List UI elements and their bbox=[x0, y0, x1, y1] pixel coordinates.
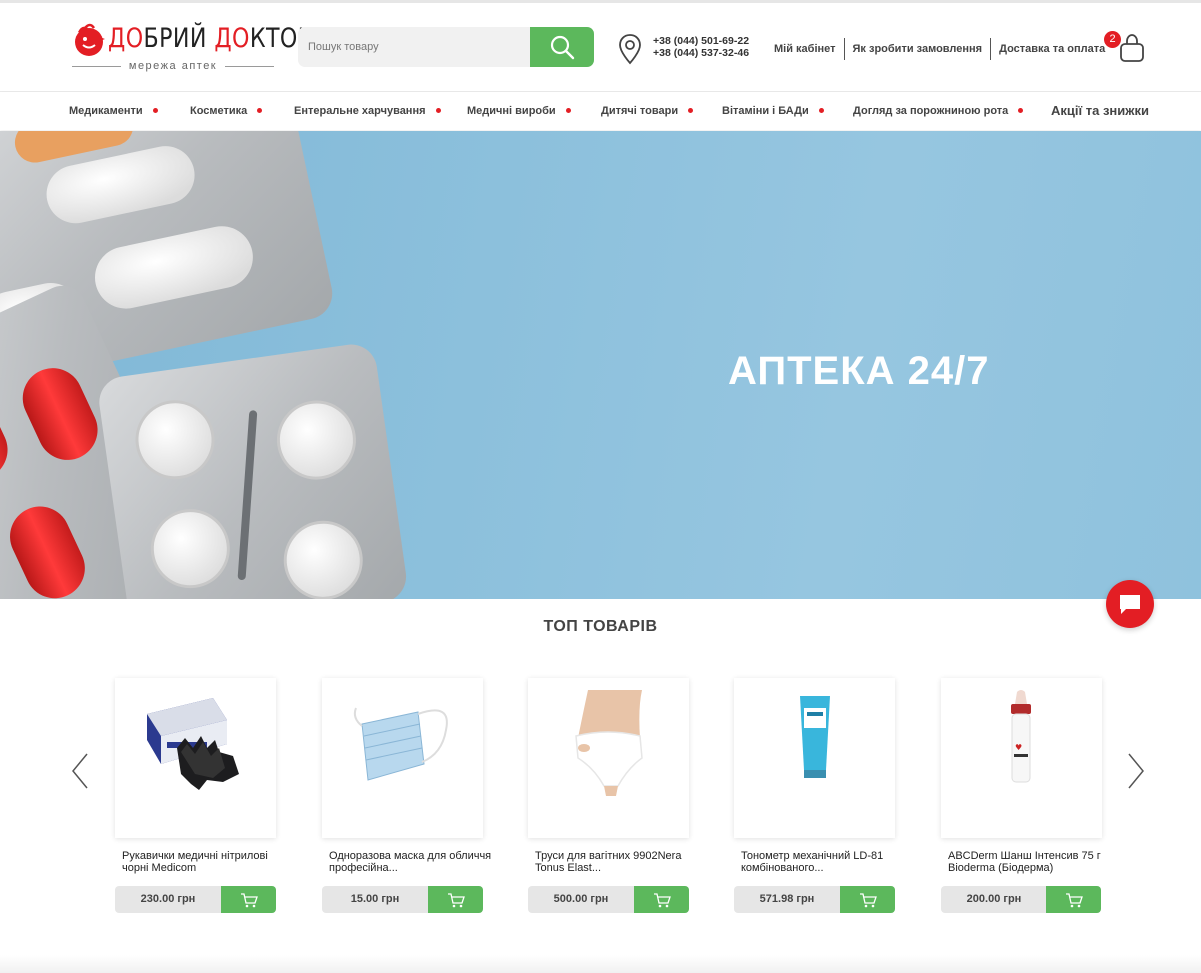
cart-icon bbox=[653, 892, 671, 907]
product-image-maternity-underwear bbox=[575, 690, 643, 796]
product-price: 571.98 грн bbox=[734, 886, 840, 913]
product-card[interactable] bbox=[734, 678, 895, 838]
cart-icon bbox=[240, 892, 258, 907]
category-menu: Медикаменти Косметика Ентеральне харчува… bbox=[0, 92, 1201, 130]
add-to-cart-button[interactable] bbox=[221, 886, 276, 913]
product-card[interactable]: ♥ bbox=[941, 678, 1102, 838]
location-pin-icon[interactable] bbox=[618, 33, 642, 65]
cart-count-badge: 2 bbox=[1104, 31, 1121, 48]
logo-text: ДОБРИЙ ДОКТОР bbox=[108, 23, 312, 54]
menu-item-cosmetics[interactable]: Косметика bbox=[190, 92, 263, 130]
menu-item-medical-products[interactable]: Медичні вироби bbox=[467, 92, 571, 130]
menu-item-medicines[interactable]: Медикаменти bbox=[69, 92, 158, 130]
pills-blister-image bbox=[0, 131, 407, 599]
phone-1[interactable]: +38 (044) 501-69-22 bbox=[653, 35, 749, 47]
cart-bag-icon[interactable] bbox=[1118, 33, 1146, 63]
menu-item-promotions[interactable]: Акції та знижки bbox=[1051, 92, 1149, 130]
product-image-cream-tube bbox=[800, 696, 830, 778]
search-input[interactable] bbox=[298, 27, 530, 67]
product-price: 230.00 грн bbox=[115, 886, 221, 913]
hero-title: АПТЕКА 24/7 bbox=[728, 349, 990, 393]
product-card[interactable] bbox=[115, 678, 276, 838]
product-price: 15.00 грн bbox=[322, 886, 428, 913]
site-header: ДОБРИЙ ДОКТОР мережа аптек +38 (044) 501… bbox=[0, 3, 1201, 92]
menu-item-vitamins[interactable]: Вітаміни і БАДи bbox=[722, 92, 824, 130]
top-products-title: ТОП ТОВАРІВ bbox=[543, 618, 658, 635]
carousel-next-arrow-icon[interactable] bbox=[1126, 752, 1146, 790]
chat-bubble-icon bbox=[1120, 595, 1140, 614]
my-account-link[interactable]: Мій кабінет bbox=[766, 39, 844, 59]
footer-shadow bbox=[0, 955, 1201, 973]
phone-2[interactable]: +38 (044) 537-32-46 bbox=[653, 47, 749, 59]
logo-tagline: мережа аптек bbox=[72, 59, 274, 73]
product-name[interactable]: Труси для вагітних 9902Nera Tonus Elast.… bbox=[535, 850, 700, 874]
carousel-prev-arrow-icon[interactable] bbox=[70, 752, 90, 790]
how-to-order-link[interactable]: Як зробити замовлення bbox=[845, 39, 991, 59]
header-links: Мій кабінет Як зробити замовлення Достав… bbox=[766, 38, 1113, 60]
add-to-cart-button[interactable] bbox=[840, 886, 895, 913]
menu-item-enteral-nutrition[interactable]: Ентеральне харчування bbox=[294, 92, 441, 130]
product-image-gloves bbox=[147, 698, 239, 790]
product-card[interactable] bbox=[528, 678, 689, 838]
product-name[interactable]: Рукавички медичні нітрилові чорні Medico… bbox=[122, 850, 287, 874]
menu-item-oral-care[interactable]: Догляд за порожниною рота bbox=[853, 92, 1024, 130]
product-name[interactable]: ABCDerm Шанш Інтенсив 75 г Bioderma (Біо… bbox=[948, 850, 1113, 874]
hero-banner[interactable]: АПТЕКА 24/7 bbox=[0, 131, 1201, 599]
product-image-baby-bottle: ♥ bbox=[1011, 690, 1031, 783]
product-name[interactable]: Тонометр механічний LD-81 комбінованого.… bbox=[741, 850, 906, 874]
product-price: 200.00 грн bbox=[941, 886, 1047, 913]
logo-bird-icon bbox=[75, 23, 105, 56]
product-name[interactable]: Одноразова маска для обличчя професійна.… bbox=[329, 850, 494, 874]
cart-icon bbox=[859, 892, 877, 907]
site-logo[interactable]: ДОБРИЙ ДОКТОР мережа аптек bbox=[72, 19, 311, 75]
menu-item-kids-products[interactable]: Дитячі товари bbox=[601, 92, 694, 130]
svg-text:♥: ♥ bbox=[1015, 743, 1022, 752]
phone-numbers: +38 (044) 501-69-22 +38 (044) 537-32-46 bbox=[653, 35, 749, 59]
cart-icon bbox=[1065, 892, 1083, 907]
search-icon bbox=[550, 35, 575, 60]
cart-icon bbox=[447, 892, 465, 907]
search-bar bbox=[298, 27, 594, 67]
add-to-cart-button[interactable] bbox=[428, 886, 483, 913]
product-price: 500.00 грн bbox=[528, 886, 634, 913]
delivery-payment-link[interactable]: Доставка та оплата bbox=[991, 39, 1113, 59]
add-to-cart-button[interactable] bbox=[1046, 886, 1101, 913]
search-button[interactable] bbox=[530, 27, 594, 67]
product-card[interactable] bbox=[322, 678, 483, 838]
add-to-cart-button[interactable] bbox=[634, 886, 689, 913]
product-image-mask bbox=[353, 707, 448, 781]
